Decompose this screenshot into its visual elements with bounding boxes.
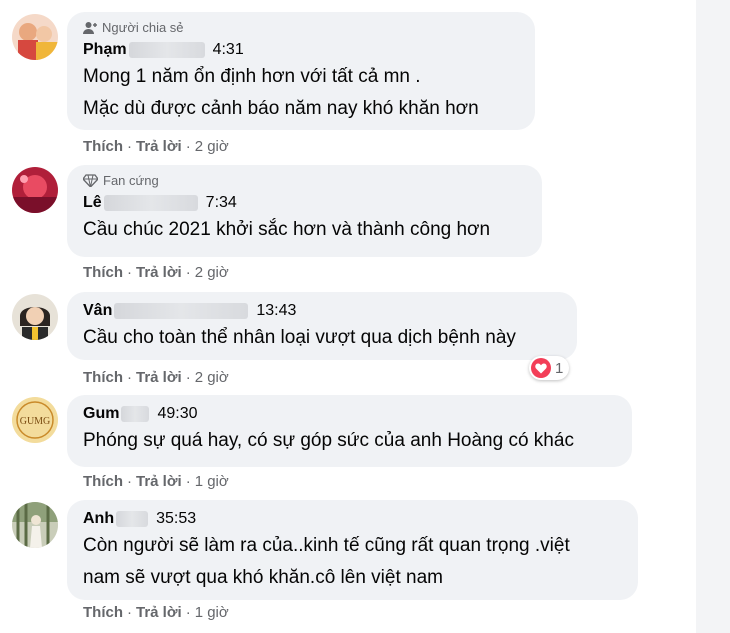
comment-text: Cầu cho toàn thể nhân loại vượt qua dịch… [83,327,516,348]
comment-text: Còn người sẽ làm ra của..kinh tế cũng rấ… [83,535,570,588]
reaction-count: 1 [555,359,564,377]
comment-bubble: Gum 49:30 Phóng sự quá hay, có sự góp sứ… [67,395,632,467]
comment-bubble: Người chia sẻ Phạm 4:31 Mong 1 năm ổn đị… [67,12,535,130]
avatar[interactable]: GUMG [12,397,58,443]
comment-text: Mong 1 năm ổn định hơn với tất cả mn . M… [83,66,479,119]
comment-time: 35:53 [156,510,197,527]
like-button[interactable]: Thích [83,604,123,621]
commenter-name[interactable]: Anh [83,510,114,528]
comment-bubble: Vân 13:43 Cầu cho toàn thể nhân loại vượ… [67,292,577,360]
redacted-name [114,303,249,319]
comment-age[interactable]: 2 giờ [195,264,229,281]
like-button[interactable]: Thích [83,473,123,490]
comment-age[interactable]: 2 giờ [195,369,229,386]
reply-button[interactable]: Trả lời [136,473,182,490]
redacted-name [121,406,150,422]
comment-bubble: Anh 35:53 Còn người sẽ làm ra của..kinh … [67,500,638,600]
comment-age[interactable]: 1 giờ [195,473,229,490]
avatar[interactable] [12,167,58,213]
reply-button[interactable]: Trả lời [136,604,182,621]
commenter-name[interactable]: Phạm [83,41,127,59]
comment-actions: Thích · Trả lời · 2 giờ [83,138,229,155]
comment-time: 7:34 [205,194,237,211]
role-badge: Fan cứng [83,173,526,188]
commenter-name[interactable]: Vân [83,302,112,320]
badge-label: Người chia sẻ [102,20,184,35]
comment-bubble: Fan cứng Lê 7:34 Cầu chúc 2021 khởi sắc … [67,165,542,257]
reaction-count-badge[interactable]: 1 [529,356,570,380]
avatar[interactable] [12,14,58,60]
comment-age[interactable]: 1 giờ [195,604,229,621]
commenter-name[interactable]: Gum [83,405,119,423]
comment-actions: Thích · Trả lời · 2 giờ [83,264,229,281]
diamond-icon [83,174,98,187]
comment-actions: Thích · Trả lời · 1 giờ [83,604,229,621]
comment-text: Cầu chúc 2021 khởi sắc hơn và thành công… [83,219,491,240]
comment-time: 49:30 [157,405,198,422]
reply-button[interactable]: Trả lời [136,369,182,386]
like-button[interactable]: Thích [83,264,123,281]
avatar-logo-text: GUMG [20,416,51,427]
redacted-name [128,42,205,58]
badge-label: Fan cứng [103,173,159,188]
comment-age[interactable]: 2 giờ [195,138,229,155]
commenter-name[interactable]: Lê [83,194,102,212]
redacted-name [116,511,149,527]
avatar[interactable] [12,294,58,340]
reply-button[interactable]: Trả lời [136,138,182,155]
redacted-name [103,195,198,211]
avatar[interactable] [12,502,58,548]
like-button[interactable]: Thích [83,369,123,386]
like-button[interactable]: Thích [83,138,123,155]
comment-time: 4:31 [212,41,244,58]
comment-actions: Thích · Trả lời · 2 giờ [83,369,229,386]
comment-text: Phóng sự quá hay, có sự góp sức của anh … [83,430,574,451]
heart-icon [531,358,551,378]
role-badge: Người chia sẻ [83,20,519,35]
scrollbar-track[interactable] [696,0,730,633]
reply-button[interactable]: Trả lời [136,264,182,281]
person-share-icon [83,21,97,34]
comment-time: 13:43 [256,302,297,319]
comment-actions: Thích · Trả lời · 1 giờ [83,473,229,490]
